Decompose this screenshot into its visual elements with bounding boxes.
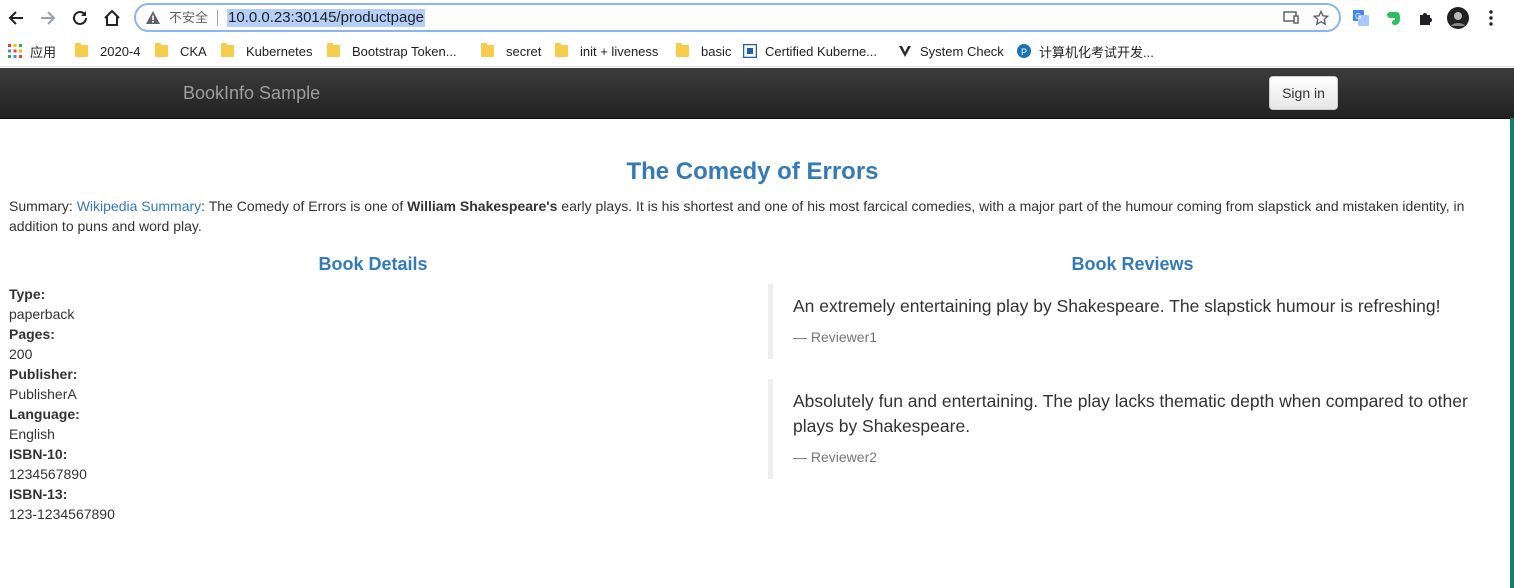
bookmark-site[interactable]: Certified Kuberne... (743, 41, 877, 61)
detail-value: 123-1234567890 (9, 506, 115, 522)
bookmark-site[interactable]: System Check (898, 41, 1004, 61)
svg-text:G: G (1355, 12, 1361, 21)
summary-text: : The Comedy of Errors is one of (201, 198, 408, 214)
bookmark-folder[interactable]: Kubernetes (221, 41, 313, 61)
bookmark-site[interactable]: P 计算机化考试开发... (1017, 41, 1154, 61)
reviewer-name: Reviewer1 (793, 327, 1488, 347)
forward-icon[interactable] (36, 6, 60, 30)
book-reviews-heading: Book Reviews (1071, 254, 1194, 274)
insecure-label: 不安全 (169, 10, 209, 25)
wikipedia-summary-link[interactable]: Wikipedia Summary (77, 198, 201, 214)
bookmark-label: 2020-4 (100, 43, 141, 59)
folder-icon (155, 43, 168, 57)
browser-toolbar: 不安全 10.0.0.23:30145/productpage G (0, 0, 1514, 36)
folder-icon (327, 43, 340, 57)
review-item: An extremely entertaining play by Shakes… (768, 284, 1488, 359)
bookmark-label: Certified Kuberne... (765, 43, 878, 59)
reload-icon[interactable] (68, 6, 92, 30)
sign-in-button[interactable]: Sign in (1269, 76, 1338, 110)
folder-icon (481, 43, 494, 57)
detail-label: Pages: (9, 326, 55, 342)
detail-value: 1234567890 (9, 466, 87, 482)
bookmark-label: Kubernetes (246, 43, 313, 59)
detail-label: ISBN-13: (9, 486, 68, 502)
detail-label: ISBN-10: (9, 446, 68, 462)
site-icon (743, 44, 757, 58)
apps-grid-icon (8, 44, 22, 58)
bookmark-label: init + liveness (580, 43, 659, 59)
bookmark-label: System Check (920, 43, 1004, 59)
detail-value: PublisherA (9, 386, 77, 402)
warning-icon[interactable] (145, 10, 161, 26)
window-edge (1510, 118, 1514, 588)
bookmark-label: Bootstrap Token... (352, 43, 457, 59)
review-text: Absolutely fun and entertaining. The pla… (793, 391, 1468, 436)
bookmark-folder[interactable]: secret (481, 41, 541, 61)
profile-avatar[interactable] (1447, 7, 1469, 29)
puzzle-icon[interactable] (1415, 7, 1437, 29)
reviewer-name: Reviewer2 (793, 447, 1488, 467)
bookmark-folder[interactable]: init + liveness (555, 41, 658, 61)
book-details-heading: Book Details (318, 254, 428, 274)
detail-value: paperback (9, 306, 75, 322)
book-summary: Summary: Wikipedia Summary: The Comedy o… (9, 196, 1494, 236)
detail-label: Type: (9, 286, 46, 302)
navbar-brand[interactable]: BookInfo Sample (183, 82, 320, 104)
bookmark-folder[interactable]: basic (676, 41, 731, 61)
bookmark-folder[interactable]: 2020-4 (75, 41, 140, 61)
book-details-list: Type: paperback Pages: 200 Publisher: Pu… (9, 284, 409, 524)
folder-icon (221, 43, 234, 57)
bookmark-label: 应用 (30, 44, 57, 60)
bookmark-label: 计算机化考试开发... (1039, 44, 1154, 60)
folder-icon (676, 43, 689, 57)
site-icon: P (1017, 44, 1031, 58)
site-navbar: BookInfo Sample Sign in (0, 68, 1514, 119)
review-text: An extremely entertaining play by Shakes… (793, 296, 1441, 316)
detail-label: Language: (9, 406, 80, 422)
omnibox-divider (217, 10, 218, 26)
bookmarks-bar: 应用 2020-4 CKA Kubernetes Bootstrap Token… (0, 36, 1514, 67)
site-icon (899, 46, 911, 57)
summary-author: William Shakespeare's (407, 198, 558, 214)
translate-icon[interactable]: G (1350, 7, 1372, 29)
back-icon[interactable] (4, 6, 28, 30)
review-item: Absolutely fun and entertaining. The pla… (768, 379, 1488, 479)
folder-icon (555, 43, 568, 57)
evernote-icon[interactable] (1383, 7, 1405, 29)
bookmark-label: CKA (180, 43, 207, 59)
summary-prefix: Summary: (9, 198, 77, 214)
detail-value: English (9, 426, 55, 442)
url-text[interactable]: 10.0.0.23:30145/productpage (227, 9, 426, 27)
bookmark-label: basic (701, 43, 732, 59)
address-bar[interactable]: 不安全 10.0.0.23:30145/productpage (134, 3, 1341, 32)
bookmark-label: secret (506, 43, 542, 59)
cast-icon[interactable] (1282, 9, 1300, 27)
menu-dots-icon[interactable] (1480, 7, 1502, 29)
bookmark-folder[interactable]: Bootstrap Token... (327, 41, 457, 61)
folder-icon (75, 43, 88, 57)
detail-label: Publisher: (9, 366, 78, 382)
detail-value: 200 (9, 346, 33, 362)
star-icon[interactable] (1312, 9, 1330, 27)
bookmark-folder[interactable]: CKA (155, 41, 207, 61)
book-title: The Comedy of Errors (626, 158, 879, 185)
bookmark-apps[interactable]: 应用 (8, 41, 56, 61)
home-icon[interactable] (100, 6, 124, 30)
svg-text:P: P (1021, 47, 1027, 57)
